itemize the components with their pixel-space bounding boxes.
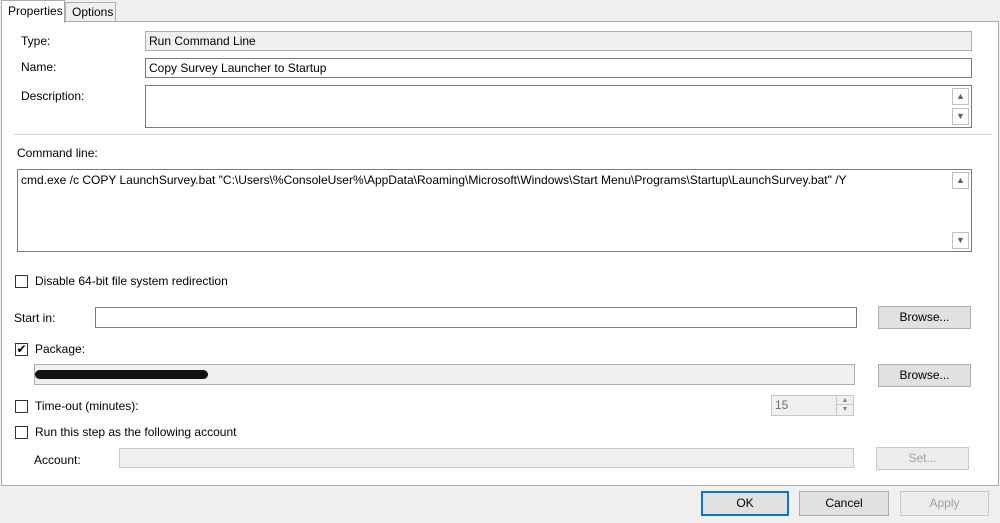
type-field: Run Command Line [145, 31, 972, 51]
name-field[interactable]: Copy Survey Launcher to Startup [145, 58, 972, 78]
timeout-value: 15 [775, 398, 789, 412]
command-line-text: cmd.exe /c COPY LaunchSurvey.bat "C:\Use… [21, 173, 847, 187]
scroll-up-icon[interactable]: ▲ [952, 172, 969, 189]
package-label[interactable]: Package: [35, 342, 85, 356]
cancel-button[interactable]: Cancel [799, 491, 889, 516]
start-in-field[interactable] [95, 307, 857, 328]
account-field [119, 448, 854, 468]
start-in-label: Start in: [14, 311, 56, 325]
timeout-spin-buttons[interactable]: ▲ ▼ [836, 396, 853, 415]
timeout-checkbox[interactable] [15, 400, 28, 413]
separator [14, 134, 992, 135]
spin-down-icon[interactable]: ▼ [837, 405, 853, 414]
apply-button: Apply [900, 491, 989, 516]
scroll-down-icon[interactable]: ▼ [952, 108, 969, 125]
set-account-button: Set... [876, 447, 969, 470]
start-in-browse-button[interactable]: Browse... [878, 306, 971, 329]
name-label: Name: [21, 60, 57, 74]
run-as-label[interactable]: Run this step as the following account [35, 425, 236, 439]
properties-panel: Type: Run Command Line Name: Copy Survey… [1, 21, 999, 486]
scroll-down-icon[interactable]: ▼ [952, 232, 969, 249]
command-line-label: Command line: [17, 146, 98, 160]
account-label: Account: [34, 453, 81, 467]
description-label: Description: [21, 89, 85, 103]
command-line-field[interactable]: cmd.exe /c COPY LaunchSurvey.bat "C:\Use… [17, 169, 972, 252]
tab-options[interactable]: Options [65, 2, 116, 22]
package-field [34, 364, 855, 385]
tab-properties[interactable]: Properties [1, 0, 65, 23]
disable-redirection-label[interactable]: Disable 64-bit file system redirection [35, 274, 228, 288]
description-scrollbar[interactable]: ▲ ▼ [952, 88, 969, 125]
disable-redirection-checkbox[interactable] [15, 275, 28, 288]
timeout-label[interactable]: Time-out (minutes): [35, 399, 139, 413]
package-checkbox[interactable]: ✔ [15, 343, 28, 356]
command-line-scrollbar[interactable]: ▲ ▼ [952, 172, 969, 249]
timeout-spinner[interactable]: 15 ▲ ▼ [771, 395, 854, 416]
check-icon: ✔ [16, 342, 27, 356]
type-label: Type: [21, 34, 51, 48]
description-field[interactable]: ▲ ▼ [145, 85, 972, 128]
run-as-checkbox[interactable] [15, 426, 28, 439]
package-browse-button[interactable]: Browse... [878, 364, 971, 387]
ok-button[interactable]: OK [701, 491, 789, 516]
scroll-up-icon[interactable]: ▲ [952, 88, 969, 105]
spin-up-icon[interactable]: ▲ [837, 396, 853, 405]
redacted-package-value [35, 370, 208, 379]
